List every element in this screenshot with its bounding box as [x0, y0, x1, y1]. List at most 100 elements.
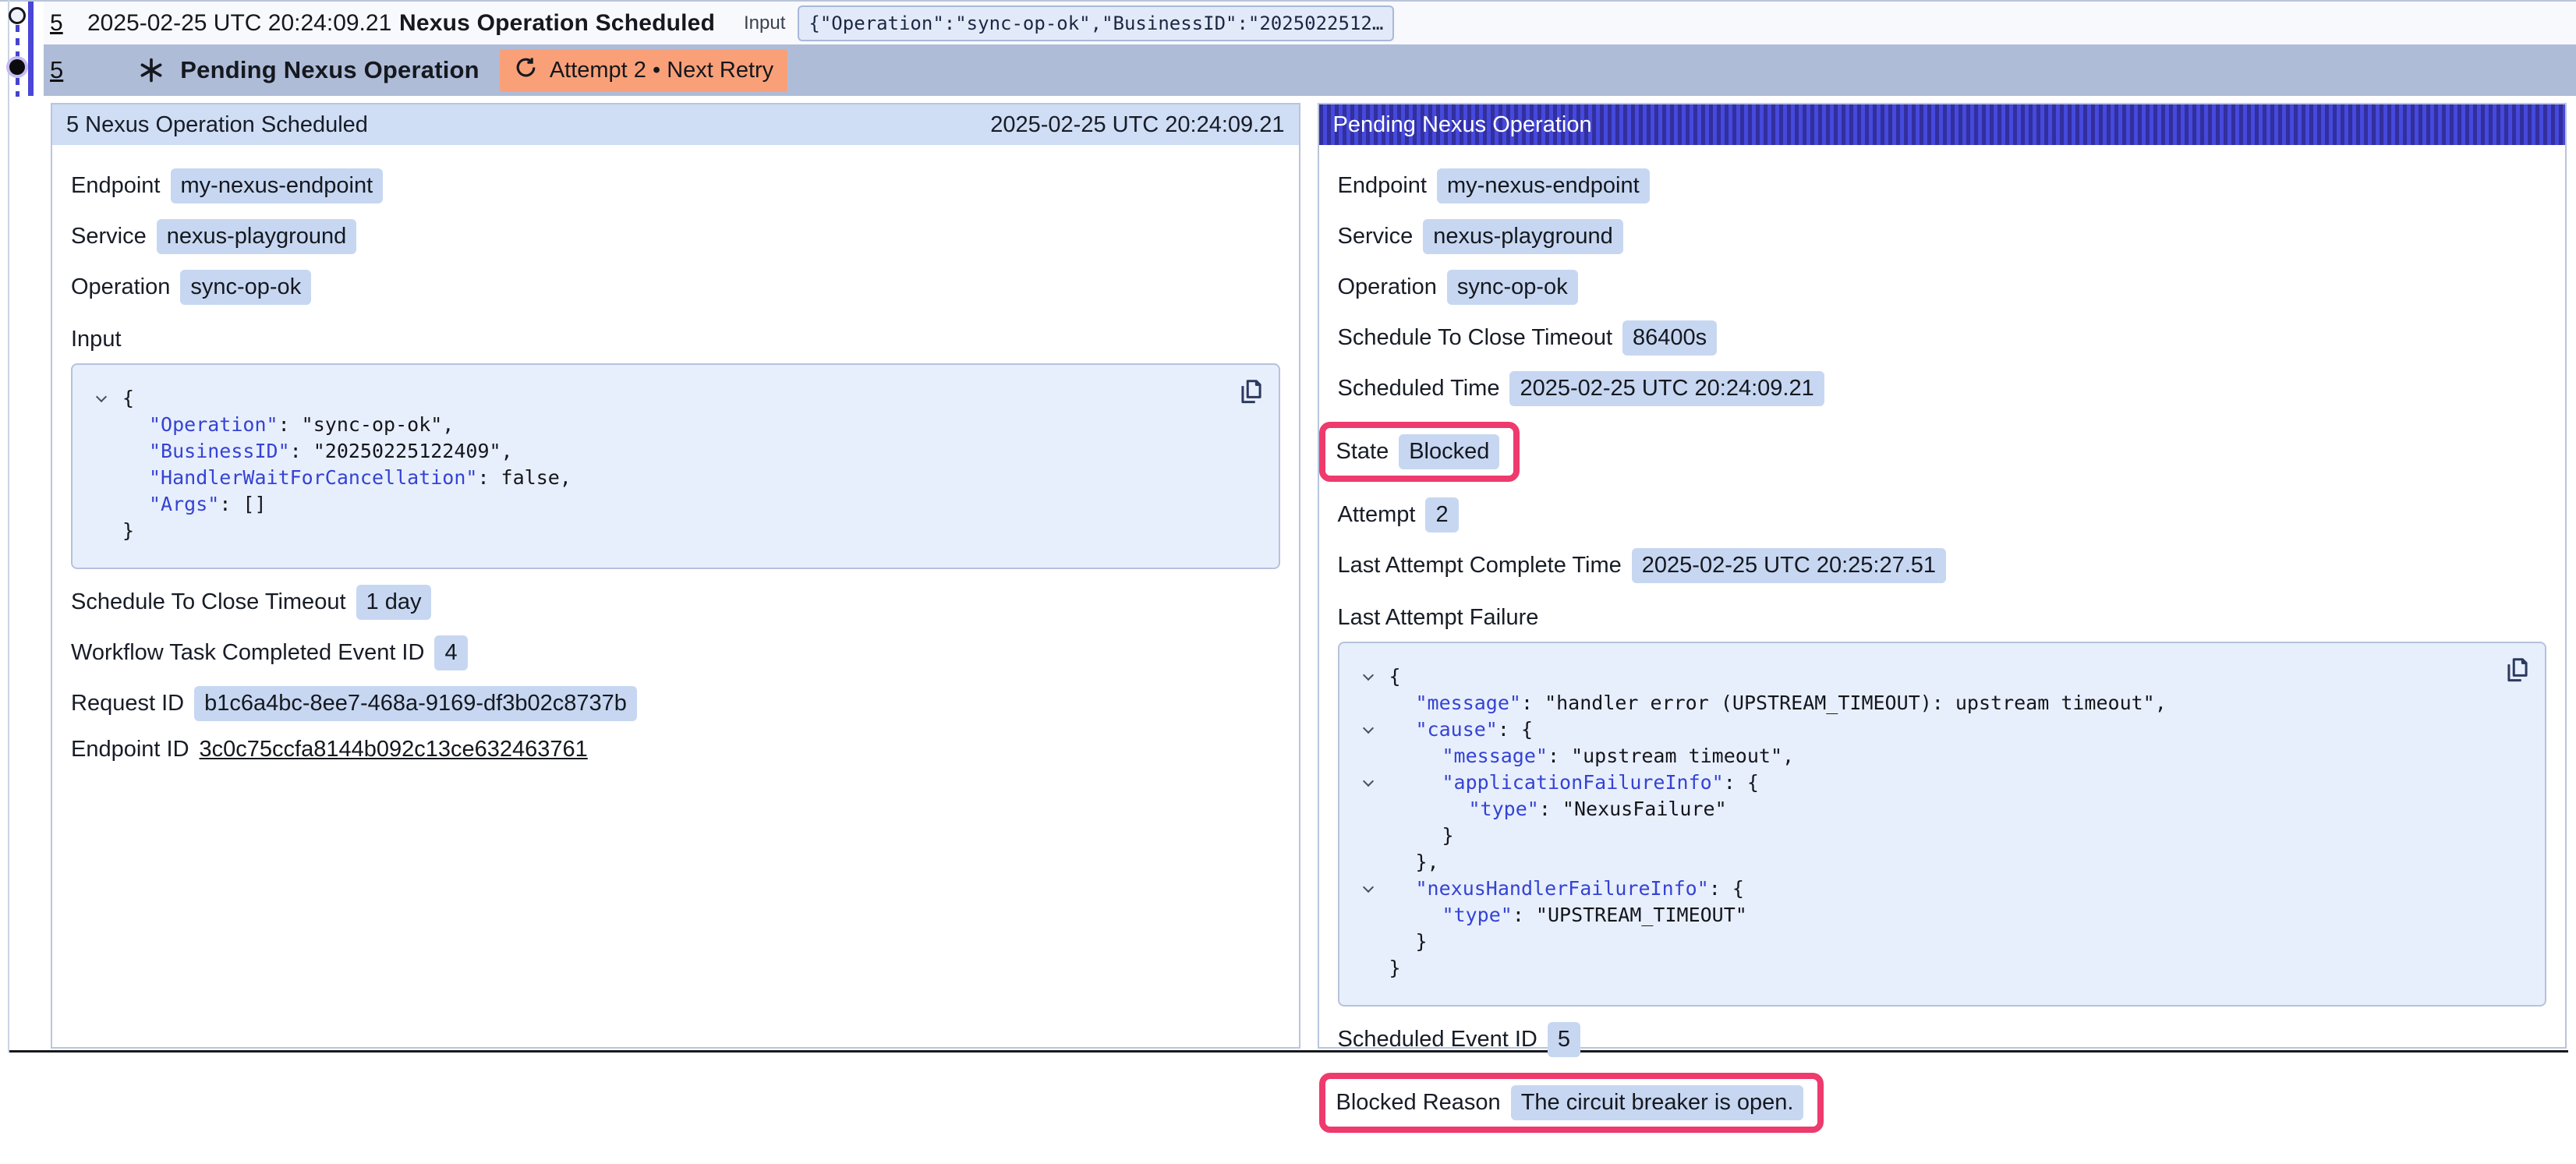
field-row: Blocked ReasonThe circuit breaker is ope… [1338, 1073, 2547, 1133]
code-line: "message": "upstream timeout", [1361, 743, 2502, 770]
retry-badge: Attempt 2 • Next Retry [500, 49, 787, 92]
endpoint-id-link[interactable]: 3c0c75ccfa8144b092c13ce632463761 [200, 737, 588, 762]
panel-body-pending: Endpoint my-nexus-endpoint Service nexus-pl… [1319, 145, 2566, 1164]
code-line: "applicationFailureInfo": { [1361, 770, 2502, 796]
json-viewer-failure: {"message": "handler error (UPSTREAM_TIM… [1338, 642, 2547, 1007]
event-history-list: 5 2025-02-25 UTC 20:24:09.21 Nexus Opera… [44, 0, 2576, 96]
field-row: Scheduled Time 2025-02-25 UTC 20:24:09.21 [1338, 371, 2547, 406]
chevron-down-icon[interactable] [1361, 876, 1389, 902]
code-line: "type": "UPSTREAM_TIMEOUT" [1361, 902, 2502, 929]
field-value-badge: nexus-playground [1423, 219, 1623, 254]
event-row-pending[interactable]: 5 Pending Nexus Operation Attempt 2 • Ne… [44, 44, 2576, 96]
input-preview-chip[interactable]: {"Operation":"sync-op-ok","BusinessID":"… [798, 5, 1394, 41]
panel-title: Pending Nexus Operation [1333, 112, 1592, 138]
field-value-badge: sync-op-ok [180, 270, 311, 305]
code-line: }, [1361, 849, 2502, 876]
field-label: Workflow Task Completed Event ID [71, 640, 424, 666]
code-line: } [94, 518, 1235, 544]
code-gutter [1361, 849, 1389, 876]
field-row: Endpoint my-nexus-endpoint [1338, 168, 2547, 203]
event-id-link[interactable]: 5 [50, 10, 87, 37]
code-gutter [94, 412, 122, 438]
event-title: Pending Nexus Operation [180, 56, 479, 84]
field-label: Operation [71, 274, 170, 300]
timeline-rail [0, 0, 44, 103]
fields-bottom: Scheduled Event ID5 Blocked ReasonThe cir… [1338, 1022, 2547, 1133]
code-line: "Operation": "sync-op-ok", [94, 412, 1235, 438]
failure-section-label: Last Attempt Failure [1338, 605, 2547, 631]
field-row: Schedule To Close Timeout 86400s [1338, 320, 2547, 356]
event-id-link[interactable]: 5 [50, 56, 63, 84]
field-row: Attempt 2 [1338, 497, 2547, 532]
field-label: Attempt [1338, 502, 1416, 528]
panel-header-pending: Pending Nexus Operation [1319, 104, 2566, 145]
chevron-down-icon[interactable] [1361, 770, 1389, 796]
copy-button[interactable] [1237, 377, 1266, 409]
event-details-panel-scheduled: 5 Nexus Operation Scheduled 2025-02-25 U… [51, 103, 1300, 1049]
code-line: "nexusHandlerFailureInfo": { [1361, 876, 2502, 902]
event-details: 5 Nexus Operation Scheduled 2025-02-25 U… [51, 103, 2567, 1049]
field-value-badge: Blocked [1399, 434, 1499, 469]
event-marker-circle-icon [9, 7, 26, 24]
copy-icon [1237, 398, 1266, 409]
code-line: "type": "NexusFailure" [1361, 796, 2502, 823]
field-row: Scheduled Event ID5 [1338, 1022, 2547, 1057]
annotation-highlight: Blocked ReasonThe circuit breaker is ope… [1319, 1073, 1824, 1133]
code-line: } [1361, 823, 2502, 849]
field-value-badge: my-nexus-endpoint [1437, 168, 1650, 203]
field-value-badge: 4 [434, 635, 467, 670]
code-line: "Args": [] [94, 491, 1235, 518]
code-line: { [1361, 663, 2502, 690]
field-row: Service nexus-playground [1338, 219, 2547, 254]
retry-badge-label: Attempt 2 • Next Retry [550, 58, 773, 83]
chevron-down-icon[interactable] [94, 385, 122, 412]
fields-top: Endpointmy-nexus-endpoint Service nexus-pl… [71, 168, 1280, 305]
field-value-badge: 2 [1425, 497, 1458, 532]
panel-body-scheduled: Endpointmy-nexus-endpoint Service nexus-pl… [52, 145, 1299, 794]
field-label: Schedule To Close Timeout [1338, 325, 1613, 351]
field-label: Request ID [71, 691, 184, 716]
event-row-scheduled[interactable]: 5 2025-02-25 UTC 20:24:09.21 Nexus Opera… [44, 2, 2576, 44]
input-inline-label: Input [744, 12, 785, 34]
json-code: {"message": "handler error (UPSTREAM_TIM… [1361, 663, 2502, 982]
copy-button[interactable] [2503, 656, 2532, 688]
field-label: Schedule To Close Timeout [71, 589, 346, 615]
code-line: } [1361, 955, 2502, 982]
field-row: Operationsync-op-ok [1338, 270, 2547, 305]
field-row: Endpointmy-nexus-endpoint [71, 168, 1280, 203]
code-gutter [1361, 690, 1389, 716]
field-label: State [1336, 439, 1389, 465]
top-border [0, 0, 2576, 2]
outer-left-border [8, 0, 9, 1053]
field-label: Endpoint [1338, 173, 1428, 199]
code-gutter [1361, 929, 1389, 955]
field-label: Service [71, 224, 147, 249]
code-line: { [94, 385, 1235, 412]
field-row: Last Attempt Complete Time2025-02-25 UTC… [1338, 548, 2547, 583]
code-gutter [94, 465, 122, 491]
chevron-down-icon[interactable] [1361, 663, 1389, 690]
panel-header-scheduled: 5 Nexus Operation Scheduled 2025-02-25 U… [52, 104, 1299, 145]
code-line: "HandlerWaitForCancellation": false, [94, 465, 1235, 491]
field-row: State Blocked [1338, 422, 2547, 482]
field-label: Scheduled Time [1338, 376, 1500, 402]
field-row: Schedule To Close Timeout1 day [71, 585, 1280, 620]
code-line: } [1361, 929, 2502, 955]
field-value-badge: nexus-playground [157, 219, 357, 254]
field-label: Service [1338, 224, 1414, 249]
code-line: "cause": { [1361, 716, 2502, 743]
field-label: Blocked Reason [1336, 1090, 1501, 1116]
field-value-badge: 86400s [1622, 320, 1717, 356]
field-label: Last Attempt Complete Time [1338, 553, 1622, 578]
event-title: Nexus Operation Scheduled [399, 10, 744, 37]
field-value-badge: my-nexus-endpoint [171, 168, 384, 203]
code-gutter [1361, 743, 1389, 770]
code-gutter [1361, 796, 1389, 823]
copy-icon [2503, 676, 2532, 688]
code-gutter [1361, 955, 1389, 982]
event-timestamp: 2025-02-25 UTC 20:24:09.21 [87, 10, 399, 37]
fields-top: Endpoint my-nexus-endpoint Service nexus-pl… [1338, 168, 2547, 583]
event-marker-dot-icon [9, 59, 25, 75]
chevron-down-icon[interactable] [1361, 716, 1389, 743]
field-value-badge: 2025-02-25 UTC 20:24:09.21 [1509, 371, 1824, 406]
